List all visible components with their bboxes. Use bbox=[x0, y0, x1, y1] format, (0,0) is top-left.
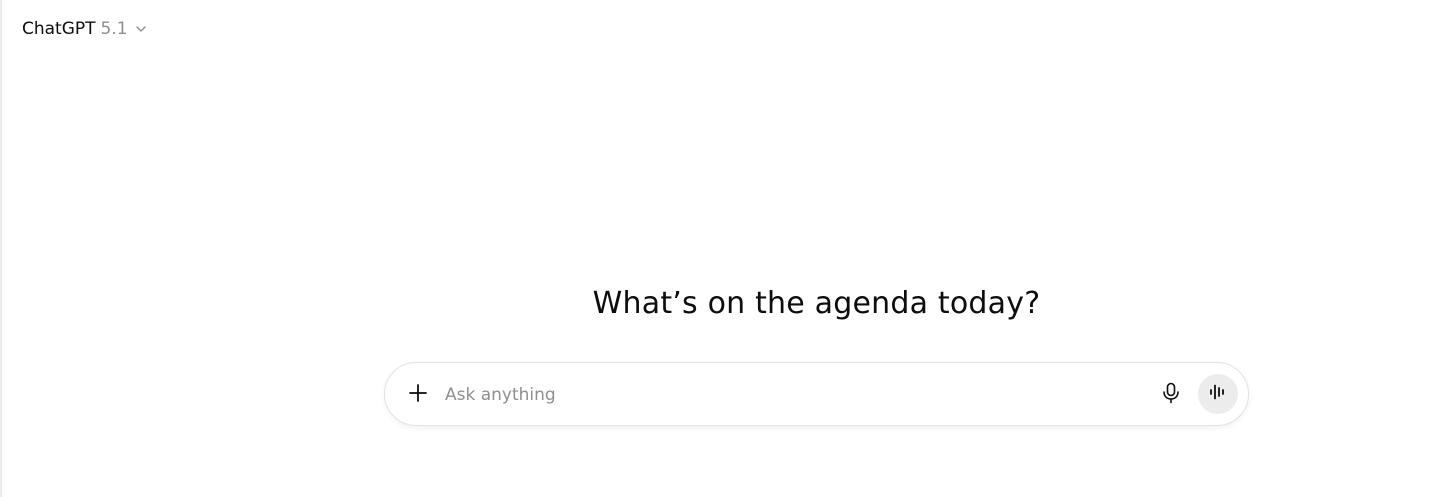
page-title: What’s on the agenda today? bbox=[592, 286, 1041, 321]
microphone-icon bbox=[1161, 382, 1181, 408]
voice-waveform-icon bbox=[1209, 384, 1227, 404]
model-name: ChatGPT bbox=[22, 19, 96, 39]
prompt-input[interactable] bbox=[445, 379, 1125, 411]
model-version: 5.1 bbox=[100, 19, 128, 39]
chat-app: ChatGPT 5.1 What’s on the agenda today? bbox=[0, 0, 1451, 497]
prompt-composer bbox=[384, 362, 1249, 426]
plus-icon bbox=[408, 383, 428, 407]
add-attachment-button[interactable] bbox=[403, 380, 433, 410]
chevron-down-icon bbox=[135, 23, 147, 35]
model-switcher-button[interactable]: ChatGPT 5.1 bbox=[22, 16, 147, 42]
dictate-button[interactable] bbox=[1155, 379, 1187, 411]
voice-mode-button[interactable] bbox=[1198, 374, 1238, 414]
